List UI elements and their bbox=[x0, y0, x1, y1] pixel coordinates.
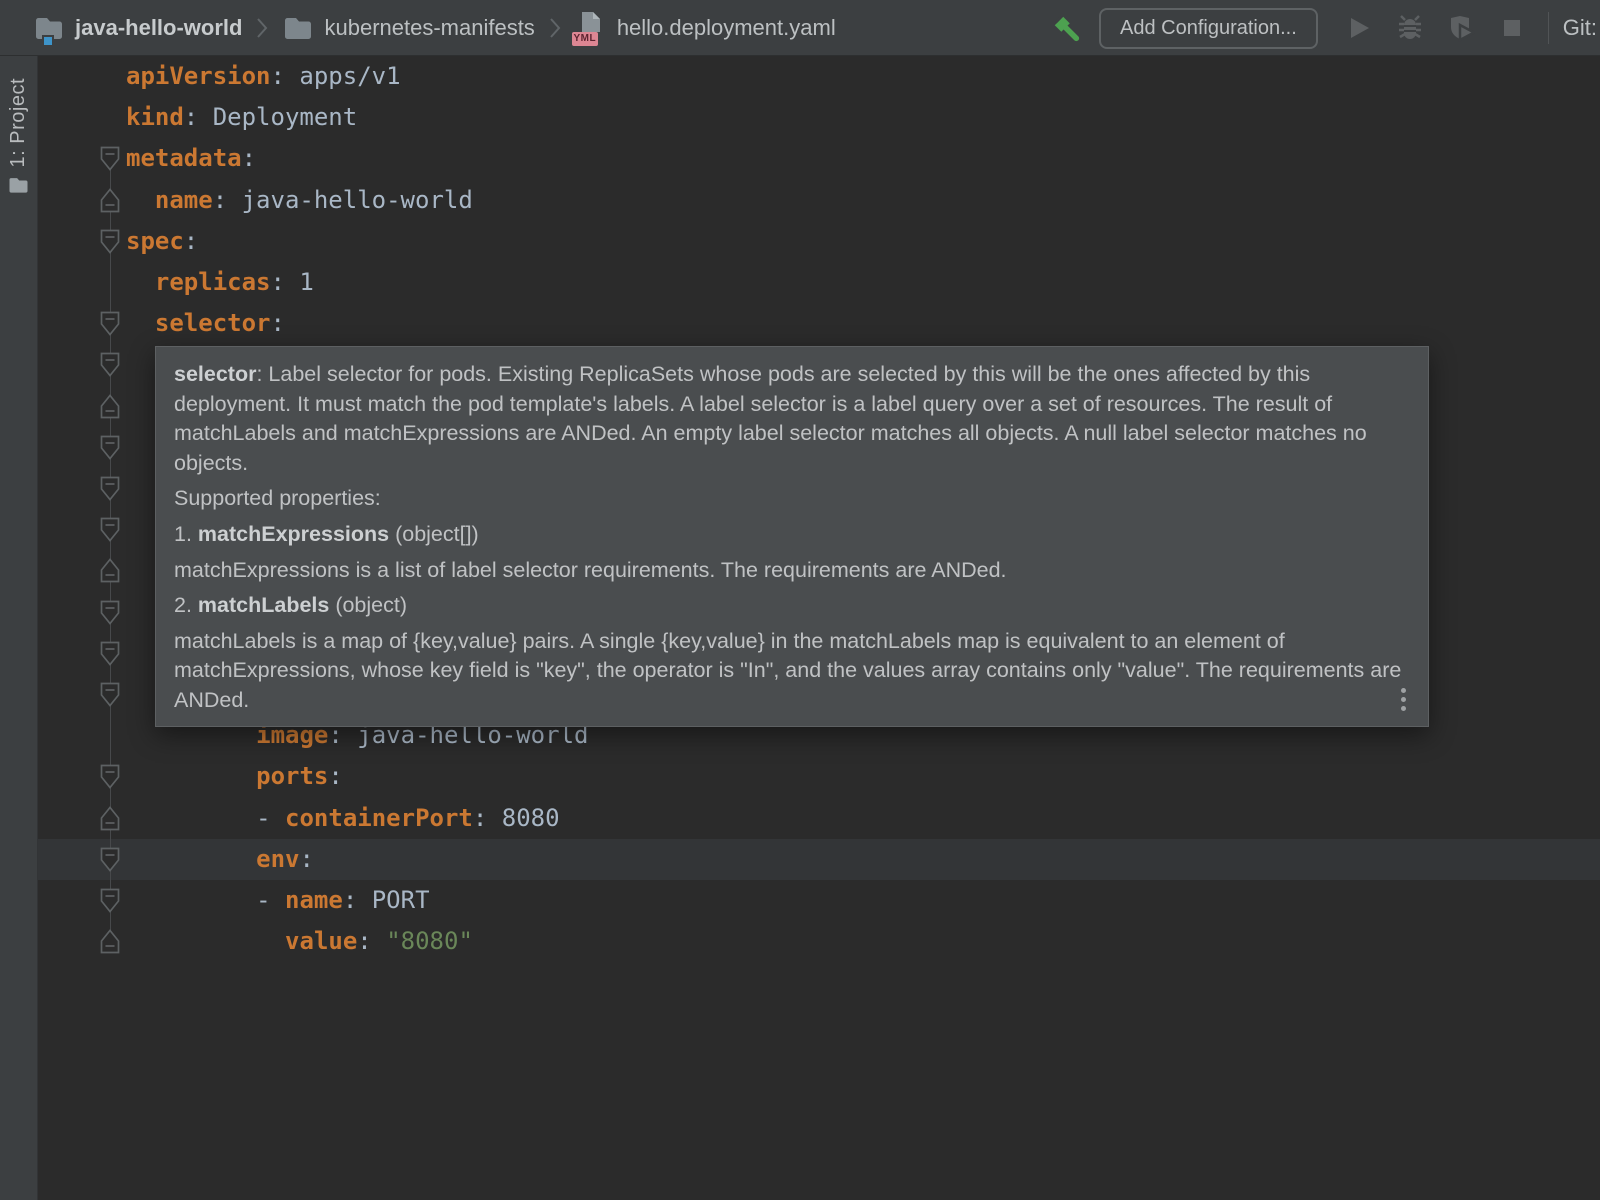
tooltip-paragraph: matchLabels is a map of {key,value} pair… bbox=[174, 627, 1410, 716]
editor[interactable]: apiVersion: apps/v1kind: Deploymentmetad… bbox=[38, 56, 1600, 1200]
code-line[interactable]: value: "8080" bbox=[285, 921, 473, 962]
chevron-right-icon bbox=[549, 16, 561, 40]
fold-end-marker-icon[interactable] bbox=[98, 805, 122, 832]
kebab-menu-icon[interactable] bbox=[1399, 686, 1408, 713]
code-line[interactable]: name: java-hello-world bbox=[155, 180, 473, 221]
documentation-popup: selector: Label selector for pods. Exist… bbox=[155, 346, 1429, 727]
project-folder-icon bbox=[33, 12, 65, 44]
documentation-text: selector: Label selector for pods. Exist… bbox=[174, 360, 1410, 716]
breadcrumb-folder[interactable]: kubernetes-manifests bbox=[282, 12, 534, 44]
fold-end-marker-icon[interactable] bbox=[98, 928, 122, 955]
fold-start-marker-icon[interactable] bbox=[98, 846, 122, 873]
stop-square-icon[interactable] bbox=[1497, 13, 1527, 43]
fold-start-marker-icon[interactable] bbox=[98, 475, 122, 502]
breadcrumb-project-label: java-hello-world bbox=[75, 15, 242, 41]
folder-icon bbox=[8, 176, 29, 199]
breadcrumb-file[interactable]: YML hello.deployment.yaml bbox=[575, 12, 836, 44]
chevron-right-icon bbox=[256, 16, 268, 40]
code-line[interactable]: apiVersion: apps/v1 bbox=[126, 56, 401, 97]
folder-icon bbox=[282, 12, 314, 44]
fold-start-marker-icon[interactable] bbox=[98, 145, 122, 172]
fold-start-marker-icon[interactable] bbox=[98, 516, 122, 543]
project-badge bbox=[42, 35, 54, 47]
breadcrumb-file-label: hello.deployment.yaml bbox=[617, 15, 836, 41]
code-line[interactable]: spec: bbox=[126, 221, 198, 262]
tooltip-paragraph: Supported properties: bbox=[174, 484, 1410, 514]
fold-start-marker-icon[interactable] bbox=[98, 434, 122, 461]
run-play-icon[interactable] bbox=[1344, 13, 1374, 43]
project-tool-label: 1: Project bbox=[7, 78, 30, 167]
code-line[interactable]: - name: PORT bbox=[256, 880, 429, 921]
fold-start-marker-icon[interactable] bbox=[98, 640, 122, 667]
fold-start-marker-icon[interactable] bbox=[98, 310, 122, 337]
code-line[interactable]: kind: Deployment bbox=[126, 97, 357, 138]
code-line[interactable]: ports: bbox=[256, 756, 343, 797]
fold-start-marker-icon[interactable] bbox=[98, 228, 122, 255]
code-line[interactable]: metadata: bbox=[126, 138, 256, 179]
project-tool-button[interactable]: 1: Project bbox=[0, 78, 37, 199]
breadcrumb-folder-label: kubernetes-manifests bbox=[324, 15, 534, 41]
fold-start-marker-icon[interactable] bbox=[98, 351, 122, 378]
breadcrumb-project[interactable]: java-hello-world bbox=[33, 12, 242, 44]
fold-end-marker-icon[interactable] bbox=[98, 557, 122, 584]
fold-end-marker-icon[interactable] bbox=[98, 187, 122, 214]
fold-start-marker-icon[interactable] bbox=[98, 887, 122, 914]
code-line[interactable]: selector: bbox=[155, 303, 285, 344]
code-line[interactable]: env: bbox=[256, 839, 314, 880]
coverage-shield-icon[interactable] bbox=[1446, 13, 1476, 43]
run-controls bbox=[1344, 13, 1548, 43]
debug-bug-icon[interactable] bbox=[1395, 13, 1425, 43]
code-line[interactable]: - containerPort: 8080 bbox=[256, 798, 559, 839]
tooltip-paragraph: selector: Label selector for pods. Exist… bbox=[174, 360, 1410, 478]
fold-start-marker-icon[interactable] bbox=[98, 599, 122, 626]
yaml-file-icon: YML bbox=[575, 12, 607, 44]
tooltip-paragraph: 1. matchExpressions (object[]) bbox=[174, 520, 1410, 550]
tool-window-bar: 1: Project bbox=[0, 56, 38, 1200]
ide-window: java-hello-world kubernetes-manifests YM… bbox=[0, 0, 1600, 1200]
tooltip-paragraph: matchExpressions is a list of label sele… bbox=[174, 556, 1410, 586]
build-hammer-icon[interactable] bbox=[1051, 13, 1081, 43]
fold-start-marker-icon[interactable] bbox=[98, 763, 122, 790]
code-line[interactable]: replicas: 1 bbox=[155, 262, 314, 303]
main-toolbar: java-hello-world kubernetes-manifests YM… bbox=[0, 0, 1600, 56]
git-branch-label[interactable]: Git: bbox=[1563, 15, 1597, 41]
toolbar-actions: Add Configuration... bbox=[1051, 0, 1600, 56]
fold-start-marker-icon[interactable] bbox=[98, 681, 122, 708]
fold-end-marker-icon[interactable] bbox=[98, 393, 122, 420]
yml-badge: YML bbox=[572, 32, 598, 46]
add-configuration-button[interactable]: Add Configuration... bbox=[1099, 8, 1318, 49]
breadcrumb: java-hello-world kubernetes-manifests YM… bbox=[33, 0, 836, 56]
tooltip-paragraph: 2. matchLabels (object) bbox=[174, 591, 1410, 621]
toolbar-separator bbox=[1548, 12, 1549, 44]
